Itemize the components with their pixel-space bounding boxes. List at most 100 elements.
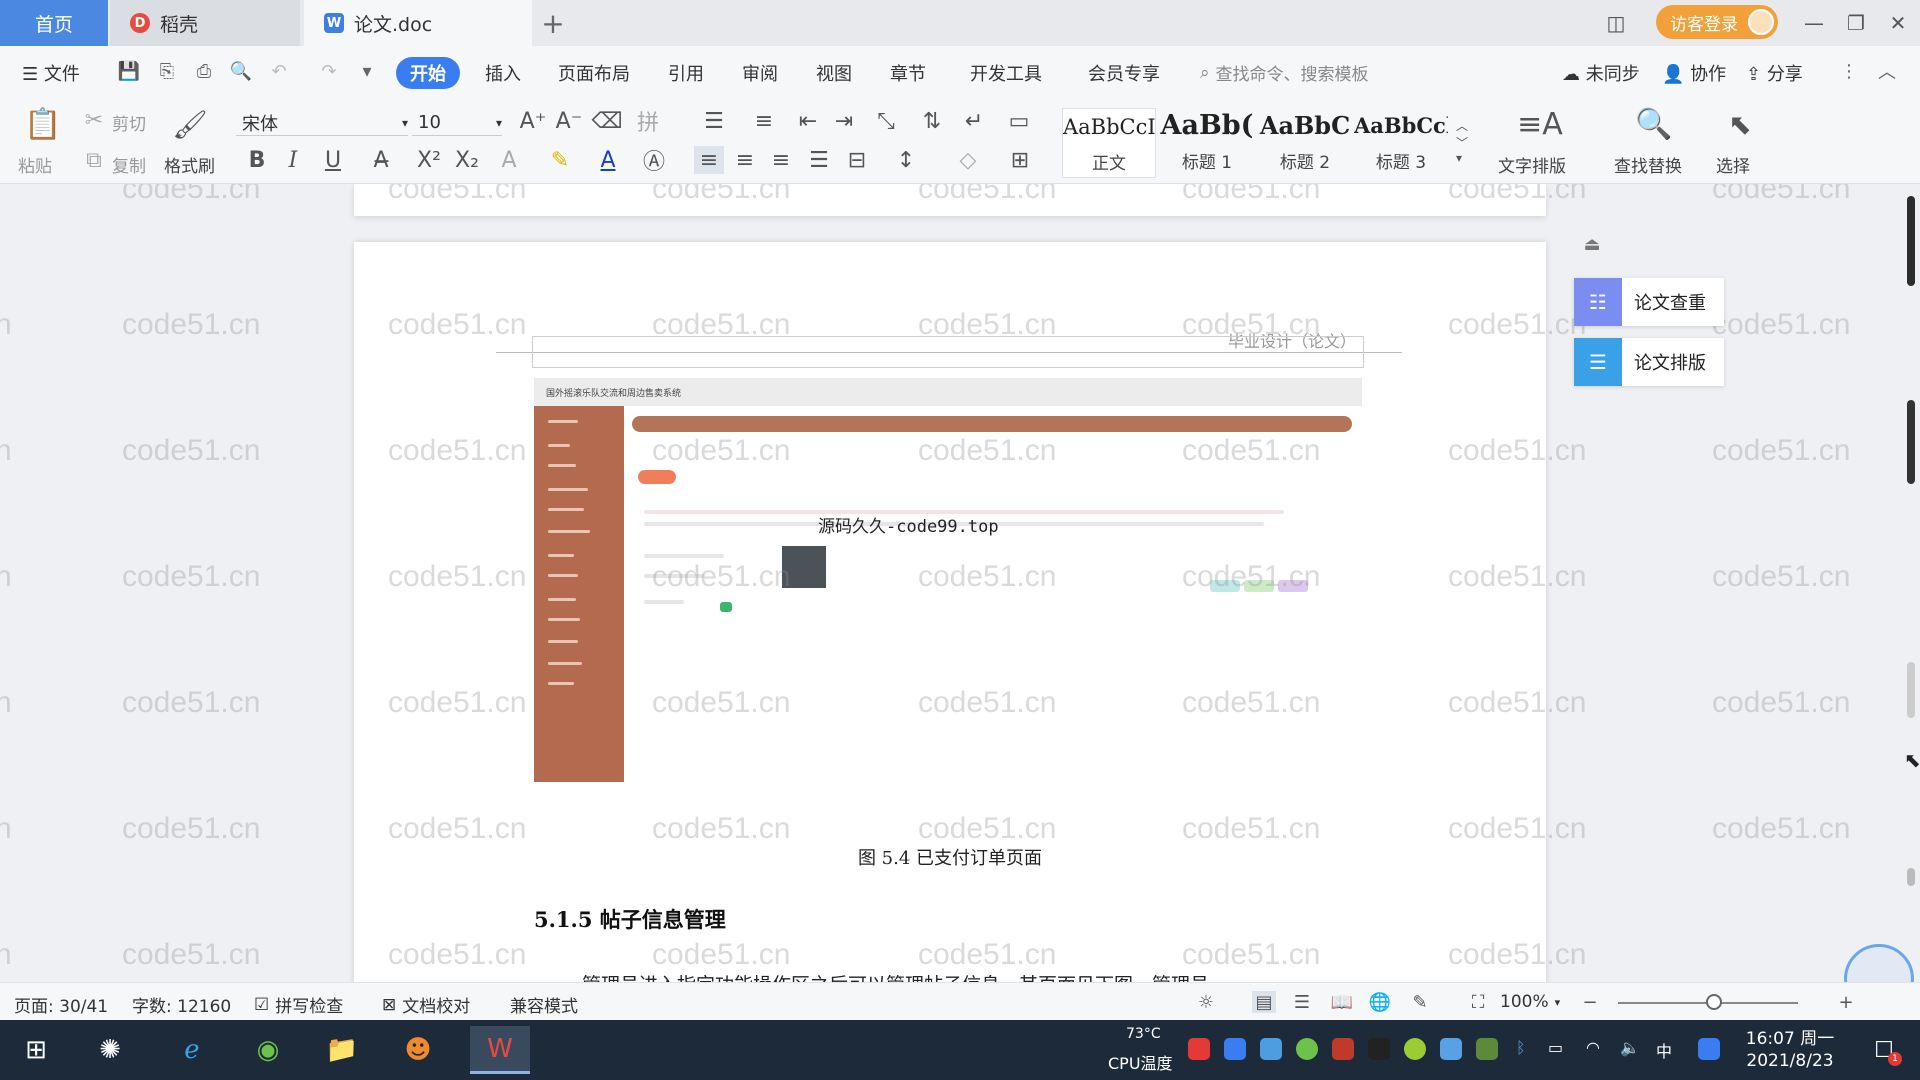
find-replace-icon[interactable]: 🔍 (1634, 104, 1674, 144)
style-heading-2[interactable]: AaBbC 标题 2 (1258, 108, 1352, 178)
wps-taskbar-icon[interactable]: W (470, 1026, 530, 1074)
print-icon[interactable]: ⎙ (193, 60, 215, 82)
menu-tab-member[interactable]: 会员专享 (1088, 60, 1160, 86)
shading-icon[interactable]: ◇ (948, 146, 988, 174)
file-explorer-icon[interactable]: 📁 (318, 1026, 366, 1074)
document-page[interactable]: 毕业设计（论文） 国外摇滚乐队交流和周边售卖系统 源码久久-code99.top… (354, 242, 1546, 996)
style-heading-1[interactable]: AaBb( 标题 1 (1160, 108, 1254, 178)
sort-icon[interactable]: ⇅ (918, 108, 946, 134)
minimize-icon[interactable]: — (1796, 0, 1832, 46)
scroll-thumb[interactable] (1907, 400, 1915, 484)
find-replace-button[interactable]: 查找替换 (1614, 152, 1682, 177)
italic-icon[interactable]: I (280, 146, 306, 174)
qq-icon[interactable] (1368, 1038, 1390, 1060)
more-icon[interactable]: ⋮ (1838, 60, 1860, 82)
reading-view-icon[interactable]: 📖 (1330, 991, 1354, 1013)
increase-indent-icon[interactable]: ⇥ (830, 108, 858, 134)
menu-tab-layout[interactable]: 页面布局 (558, 60, 630, 86)
tray-app-icon[interactable] (1296, 1038, 1318, 1060)
tray-app-icon[interactable] (1476, 1038, 1498, 1060)
style-normal[interactable]: AaBbCcI 正文 (1062, 108, 1156, 178)
zoom-level[interactable]: 100% ▾ (1500, 992, 1560, 1012)
paste-button[interactable]: 粘贴 (18, 152, 52, 177)
justify-icon[interactable]: ☰ (804, 146, 834, 174)
web-view-icon[interactable]: 🌐 (1368, 991, 1392, 1013)
print-preview-icon[interactable]: 🔍 (230, 60, 252, 82)
align-left-icon[interactable]: ≡ (694, 146, 724, 174)
restore-icon[interactable]: ❐ (1838, 0, 1874, 46)
zoom-in-icon[interactable]: + (1834, 991, 1858, 1013)
copy-icon[interactable]: ⧉ (82, 148, 106, 173)
format-painter-button[interactable]: 格式刷 (164, 152, 215, 177)
select-button[interactable]: 选择 (1716, 152, 1750, 177)
tab-home[interactable]: 首页 (0, 0, 108, 46)
word-count[interactable]: 字数: 12160 (132, 992, 231, 1017)
bullet-list-icon[interactable]: ☰ (694, 108, 734, 134)
sync-button[interactable]: ☁ 未同步 (1562, 60, 1640, 86)
font-size-select[interactable]: 10 ▾ (412, 110, 502, 136)
outline-view-icon[interactable]: ☰ (1290, 991, 1314, 1013)
start-menu-icon[interactable]: ⊞ (12, 1026, 60, 1074)
text-layout-button[interactable]: 文字排版 (1498, 152, 1566, 177)
paste-icon[interactable]: 📋 (24, 104, 62, 144)
page-indicator[interactable]: 页面: 30/41 (14, 992, 108, 1017)
layout-toggle-icon[interactable]: ◫ (1598, 0, 1634, 46)
thesis-format-button[interactable]: ☰ 论文排版 (1574, 338, 1724, 386)
thesis-check-button[interactable]: ☷ 论文查重 (1574, 278, 1724, 326)
menu-tab-insert[interactable]: 插入 (485, 60, 521, 86)
login-button[interactable]: 访客登录 (1656, 5, 1778, 39)
text-direction-icon[interactable]: ⤡ (866, 108, 906, 134)
collapse-ribbon-icon[interactable]: ︿ (1876, 60, 1898, 83)
align-right-icon[interactable]: ≡ (766, 146, 796, 174)
app-pinwheel-icon[interactable]: ✺ (86, 1026, 134, 1074)
numbered-list-icon[interactable]: ≡ (744, 108, 784, 134)
tray-app-icon[interactable] (1404, 1038, 1426, 1060)
grow-font-icon[interactable]: A⁺ (520, 108, 547, 134)
bluetooth-icon[interactable]: ᛒ (1516, 1038, 1526, 1057)
file-menu[interactable]: ☰ 文件 (22, 60, 80, 86)
text-layout-icon[interactable]: ≡A (1517, 104, 1563, 144)
tray-app-icon[interactable] (1332, 1038, 1354, 1060)
text-effect-icon[interactable]: A (492, 146, 526, 174)
zoom-out-icon[interactable]: − (1578, 991, 1602, 1013)
volume-icon[interactable]: 🔈 (1620, 1038, 1640, 1057)
quick-access-dropdown-icon[interactable]: ▾ (356, 60, 378, 82)
clear-format-icon[interactable]: ⌫ (591, 108, 622, 134)
style-heading-3[interactable]: AaBbCcl 标题 3 (1354, 108, 1448, 178)
copy-button[interactable]: 复制 (112, 152, 146, 177)
zoom-slider-handle[interactable] (1706, 994, 1722, 1010)
select-cursor-icon[interactable]: ⬉ (1720, 104, 1760, 144)
undo-icon[interactable]: ↶ (268, 60, 290, 82)
styles-scroll-icon[interactable]: ︿ ﹀ ▾ (1454, 108, 1470, 174)
line-break-icon[interactable]: ↵ (954, 108, 994, 134)
strikethrough-icon[interactable]: A̶ (364, 146, 398, 174)
line-spacing-icon[interactable]: ↕ (886, 146, 926, 174)
share-button[interactable]: ⇪ 分享 (1746, 60, 1803, 86)
superscript-icon[interactable]: X² (414, 146, 444, 174)
fit-page-icon[interactable]: ⛶ (1466, 991, 1490, 1013)
menu-tab-developer[interactable]: 开发工具 (970, 60, 1042, 86)
collab-button[interactable]: 👤 协作 (1662, 60, 1726, 86)
battery-icon[interactable]: ▭ (1548, 1038, 1563, 1057)
command-search[interactable]: ⌕ 查找命令、搜索模板 (1200, 60, 1369, 86)
search-tray-icon[interactable] (1698, 1038, 1720, 1060)
side-panel-collapse-icon[interactable]: ⏏ (1578, 230, 1606, 258)
font-color-icon[interactable]: A (590, 146, 626, 174)
menu-tab-references[interactable]: 引用 (668, 60, 704, 86)
menu-tab-review[interactable]: 审阅 (742, 60, 778, 86)
browser-360-icon[interactable]: ◉ (244, 1026, 292, 1074)
redo-icon[interactable]: ↷ (318, 60, 340, 82)
borders-icon[interactable]: ⊞ (1000, 146, 1040, 174)
shrink-font-icon[interactable]: A⁻ (556, 108, 583, 134)
format-painter-icon[interactable]: 🖌 (172, 104, 208, 144)
write-view-icon[interactable]: ✎ (1408, 991, 1432, 1013)
spell-check-button[interactable]: ☑ 拼写检查 (254, 992, 343, 1018)
scroll-thumb[interactable] (1907, 196, 1915, 286)
tab-docer[interactable]: D 稻壳 (110, 0, 300, 46)
proofread-button[interactable]: ⊠ 文档校对 (382, 992, 470, 1018)
tray-app-icon[interactable] (1188, 1038, 1210, 1060)
page-view-icon[interactable]: ▤ (1252, 991, 1276, 1013)
bold-icon[interactable]: B (244, 146, 270, 174)
align-center-icon[interactable]: ≡ (730, 146, 760, 174)
scissors-icon[interactable]: ✂ (82, 108, 106, 133)
